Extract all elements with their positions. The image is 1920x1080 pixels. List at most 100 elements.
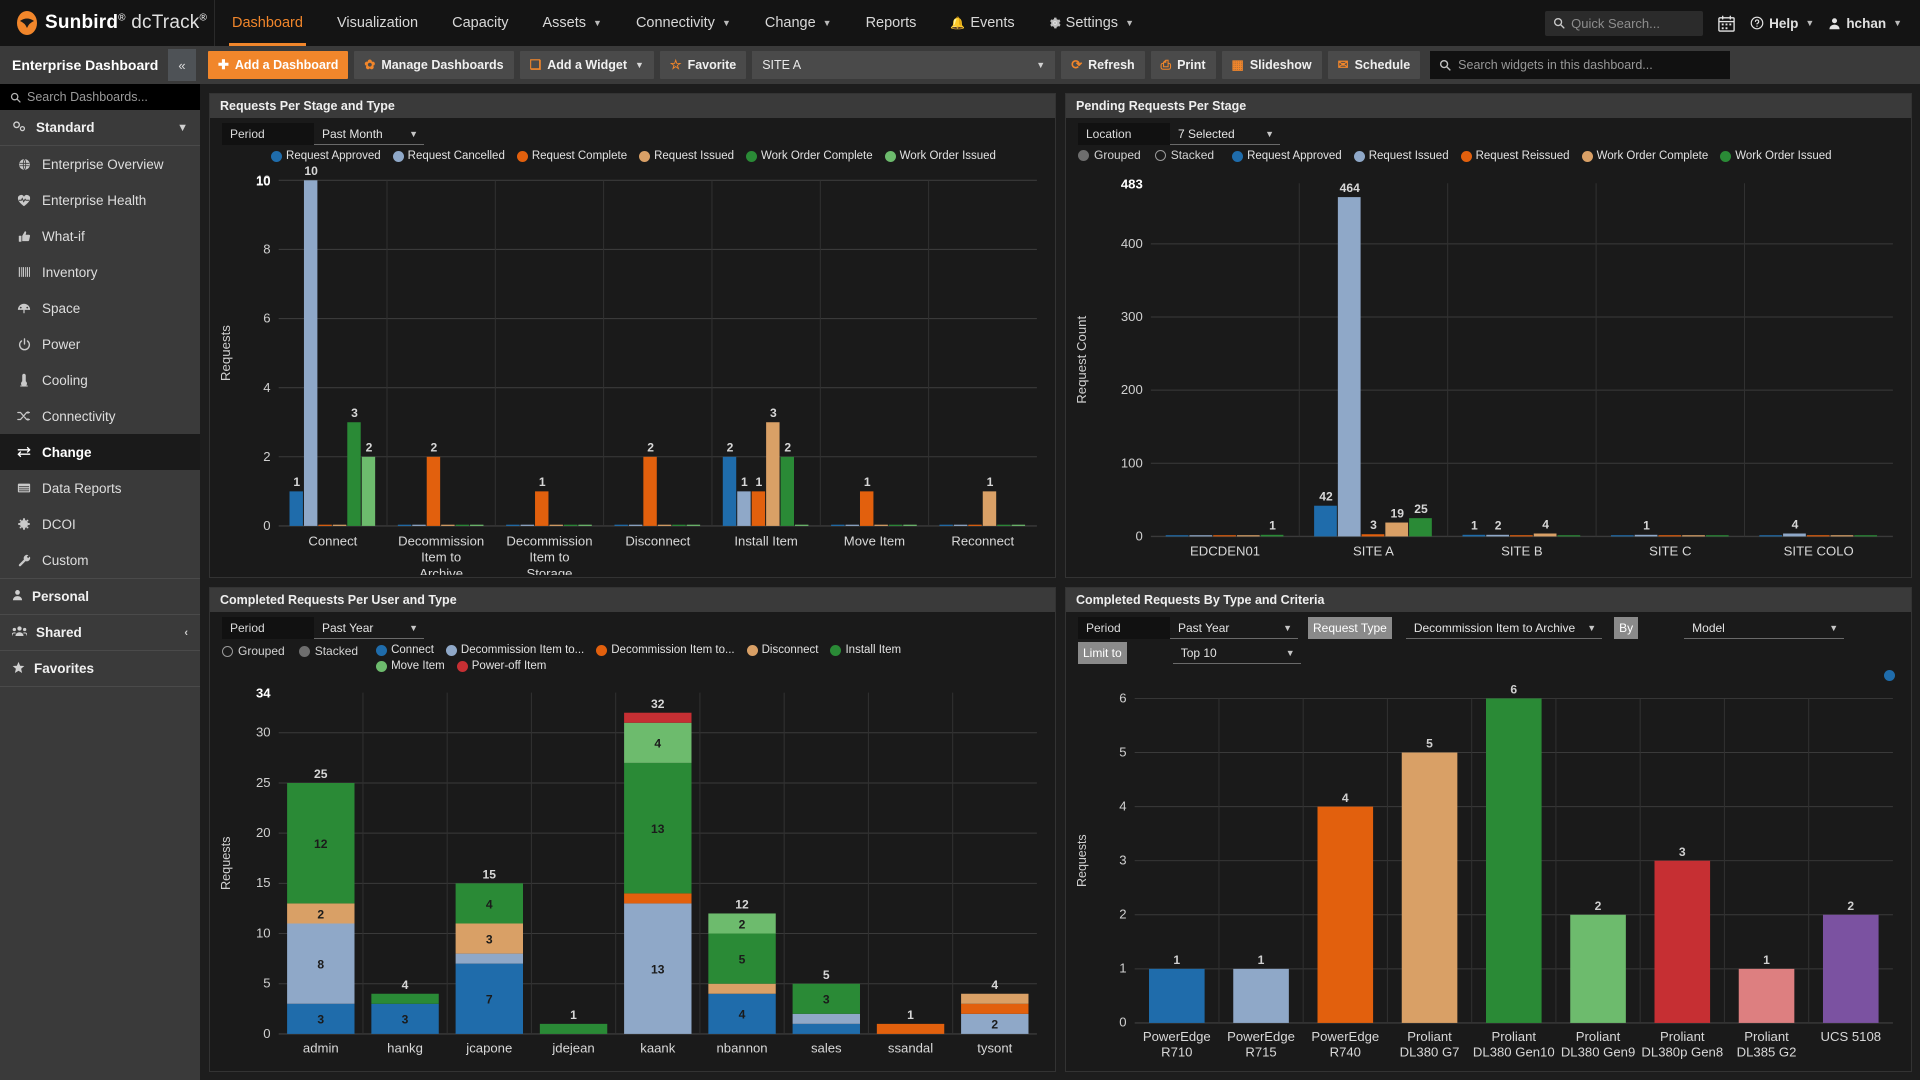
location-select[interactable]: 7 Selected ▼ — [1170, 123, 1280, 145]
bar[interactable] — [1462, 534, 1486, 537]
bar[interactable] — [672, 524, 686, 526]
bar[interactable] — [578, 524, 592, 526]
sidebar-item-change[interactable]: Change — [0, 434, 200, 470]
quick-search-input[interactable]: Quick Search... — [1545, 10, 1704, 36]
bar-segment[interactable] — [371, 993, 439, 1004]
legend-item[interactable]: Move Item — [376, 660, 445, 672]
bar[interactable] — [520, 524, 535, 526]
legend-item[interactable]: Decommission Item to... — [596, 644, 735, 656]
bar[interactable] — [1854, 535, 1878, 537]
bar[interactable] — [1570, 914, 1626, 1023]
bar-segment[interactable] — [539, 1023, 608, 1034]
bar[interactable] — [968, 524, 982, 526]
bar[interactable] — [1806, 535, 1830, 537]
bar[interactable] — [549, 524, 563, 526]
widget-search-input[interactable]: Search widgets in this dashboard... — [1430, 51, 1731, 79]
bar-segment[interactable] — [792, 1013, 860, 1024]
bar[interactable] — [997, 524, 1011, 526]
bar-segment[interactable] — [961, 993, 1029, 1004]
sidebar-item-connectivity[interactable]: Connectivity — [0, 398, 200, 434]
legend-item[interactable]: Connect — [376, 644, 434, 656]
sidebar-item-space[interactable]: Space — [0, 290, 200, 326]
period-select[interactable]: Past Year ▼ — [1170, 617, 1298, 639]
bar[interactable] — [1654, 860, 1711, 1023]
favorite-button[interactable]: ☆ Favorite — [659, 51, 747, 79]
bar[interactable] — [1682, 535, 1705, 537]
bar-segment[interactable] — [708, 983, 776, 994]
bar[interactable] — [361, 456, 376, 526]
bar[interactable] — [751, 491, 766, 526]
bar[interactable] — [347, 422, 361, 526]
sidebar-item-power[interactable]: Power — [0, 326, 200, 362]
stacked-radio[interactable]: Stacked — [1154, 148, 1214, 162]
bar[interactable] — [1236, 535, 1260, 537]
grouped-radio[interactable]: Grouped — [1078, 148, 1141, 162]
bar[interactable] — [1385, 522, 1409, 537]
bar[interactable] — [1557, 535, 1581, 537]
bar[interactable] — [794, 524, 809, 526]
bar[interactable] — [563, 524, 578, 526]
sidebar-collapse-button[interactable]: « — [168, 49, 196, 81]
bar[interactable] — [1149, 968, 1205, 1023]
sidebar-item-enterprise-overview[interactable]: Enterprise Overview — [0, 146, 200, 182]
bar[interactable] — [1822, 914, 1879, 1023]
bar[interactable] — [643, 456, 657, 526]
bar[interactable] — [1485, 698, 1542, 1023]
bar[interactable] — [982, 491, 997, 526]
bar[interactable] — [1314, 505, 1337, 537]
sidebar-group-shared[interactable]: Shared ‹ — [0, 615, 200, 651]
sidebar-item-cooling[interactable]: Cooling — [0, 362, 200, 398]
bar[interactable] — [1759, 535, 1783, 537]
period-select[interactable]: Past Year ▼ — [314, 617, 424, 639]
user-menu[interactable]: hchan ▼ — [1828, 16, 1902, 31]
bar[interactable] — [766, 422, 780, 526]
bar[interactable] — [845, 524, 859, 526]
bar[interactable] — [1233, 968, 1289, 1023]
sidebar-item-data-reports[interactable]: Data Reports — [0, 470, 200, 506]
bar[interactable] — [614, 524, 628, 526]
bar[interactable] — [441, 524, 455, 526]
nav-settings[interactable]: Settings ▼ — [1032, 0, 1151, 46]
bar[interactable] — [1260, 534, 1284, 537]
nav-assets[interactable]: Assets ▼ — [526, 0, 619, 46]
limit-to-select[interactable]: Top 10 ▼ — [1172, 642, 1301, 664]
bar[interactable] — [903, 524, 917, 526]
bar[interactable] — [737, 491, 751, 526]
bar[interactable] — [412, 524, 426, 526]
add-widget-button[interactable]: ❏ Add a Widget ▼ — [519, 51, 654, 79]
legend-item[interactable]: Install Item — [830, 644, 901, 656]
sidebar-group-favorites[interactable]: Favorites — [0, 651, 200, 687]
grouped-radio[interactable]: Grouped — [222, 644, 285, 658]
bar[interactable] — [686, 524, 701, 526]
bar[interactable] — [1610, 535, 1634, 537]
bar[interactable] — [1783, 533, 1806, 537]
bar[interactable] — [1830, 535, 1854, 537]
print-button[interactable]: ⎙ Print — [1150, 51, 1216, 79]
bar[interactable] — [535, 491, 549, 526]
bar[interactable] — [1337, 197, 1361, 537]
site-select[interactable]: SITE A ▼ — [752, 51, 1056, 79]
sidebar-group-personal[interactable]: Personal — [0, 579, 200, 615]
bar[interactable] — [888, 524, 903, 526]
bar-segment[interactable] — [876, 1023, 945, 1034]
bar[interactable] — [939, 524, 953, 526]
bar-segment[interactable] — [961, 1003, 1029, 1014]
nav-capacity[interactable]: Capacity — [435, 0, 525, 46]
nav-connectivity[interactable]: Connectivity ▼ — [619, 0, 748, 46]
brand-logo-block[interactable]: Sunbird® dcTrack® — [0, 0, 215, 46]
manage-dashboards-button[interactable]: ✿ Manage Dashboards — [354, 51, 514, 79]
nav-change[interactable]: Change ▼ — [748, 0, 849, 46]
bar-segment[interactable] — [624, 893, 692, 904]
add-dashboard-button[interactable]: ✚ Add a Dashboard — [208, 51, 349, 79]
bar-segment[interactable] — [455, 953, 524, 964]
bar[interactable] — [1165, 535, 1189, 537]
legend-item[interactable]: Request Complete — [516, 150, 627, 162]
legend-item[interactable]: Decommission Item to... — [445, 644, 584, 656]
bar[interactable] — [1189, 535, 1213, 537]
legend-item[interactable]: Request Issued — [639, 150, 734, 162]
bar[interactable] — [318, 524, 332, 526]
bar[interactable] — [874, 524, 888, 526]
bar[interactable] — [1658, 535, 1682, 537]
bar[interactable] — [953, 524, 968, 526]
bar[interactable] — [1409, 518, 1432, 537]
